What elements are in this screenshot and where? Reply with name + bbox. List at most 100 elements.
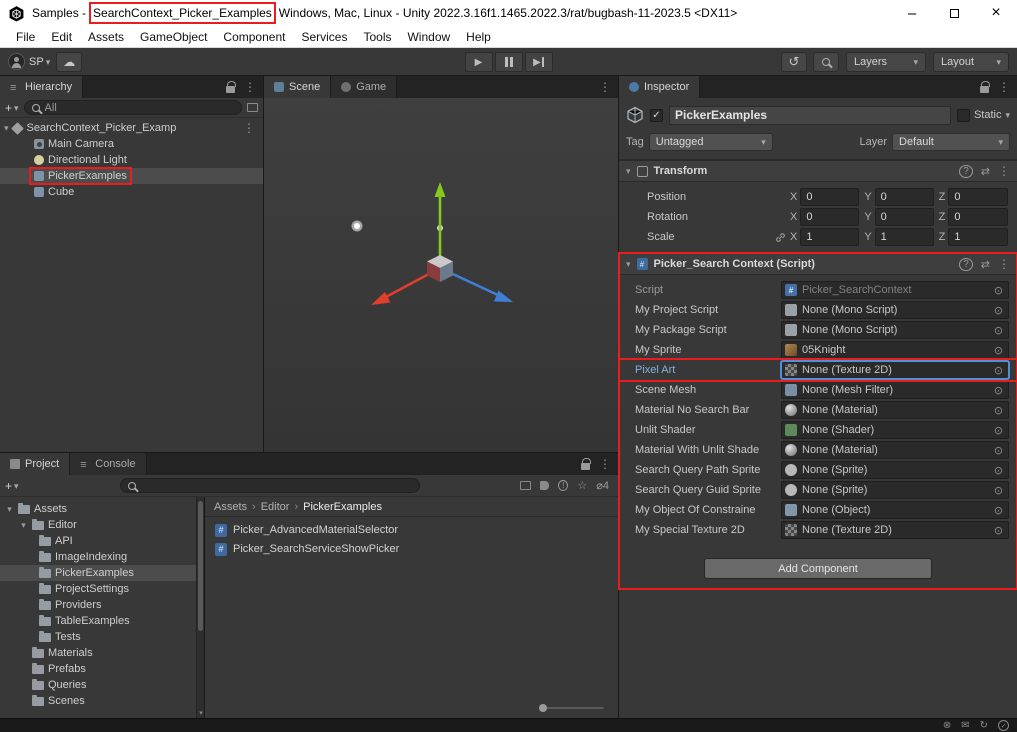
object-picker-icon[interactable] bbox=[991, 304, 1006, 317]
sprite-object-field[interactable]: None (Sprite) bbox=[781, 481, 1009, 499]
tab-scene[interactable]: Scene bbox=[264, 76, 331, 98]
tree-item-tableexamples[interactable]: TableExamples bbox=[0, 613, 204, 629]
panel-menu-icon[interactable] bbox=[244, 80, 256, 94]
panel-menu-icon[interactable] bbox=[599, 80, 611, 94]
object-picker-icon[interactable] bbox=[991, 364, 1006, 377]
tree-item-scenes[interactable]: Scenes bbox=[0, 693, 204, 709]
texture-object-field[interactable]: None (Texture 2D) bbox=[781, 521, 1009, 539]
foldout-triangle-icon[interactable] bbox=[626, 165, 631, 177]
step-button[interactable] bbox=[525, 52, 553, 72]
scale-x-field[interactable]: 1 bbox=[800, 228, 859, 246]
hidden-count-badge[interactable]: ⌀4 bbox=[596, 479, 609, 492]
add-component-button[interactable]: Add Component bbox=[704, 558, 932, 579]
menu-help[interactable]: Help bbox=[458, 26, 499, 47]
pause-button[interactable] bbox=[495, 52, 523, 72]
sprite-object-field[interactable]: None (Sprite) bbox=[781, 461, 1009, 479]
uniform-scale-link-icon[interactable] bbox=[775, 232, 790, 243]
tree-item-editor[interactable]: Editor bbox=[0, 517, 204, 533]
object-picker-icon[interactable] bbox=[991, 444, 1006, 457]
object-picker-icon[interactable] bbox=[991, 404, 1006, 417]
menu-services[interactable]: Services bbox=[293, 26, 355, 47]
tab-game[interactable]: Game bbox=[331, 76, 397, 98]
component-menu-icon[interactable] bbox=[998, 257, 1010, 271]
mesh-object-field[interactable]: None (Mesh Filter) bbox=[781, 381, 1009, 399]
tree-scrollbar[interactable] bbox=[196, 497, 204, 718]
breadcrumb-editor[interactable]: Editor bbox=[261, 501, 290, 513]
tree-item-projectsettings[interactable]: ProjectSettings bbox=[0, 581, 204, 597]
lock-icon[interactable] bbox=[581, 463, 590, 470]
scale-z-field[interactable]: 1 bbox=[948, 228, 1008, 246]
sprite-object-field[interactable]: 05Knight bbox=[781, 341, 1009, 359]
tree-item-prefabs[interactable]: Prefabs bbox=[0, 661, 204, 677]
rotation-y-field[interactable]: 0 bbox=[875, 208, 934, 226]
scroll-down-arrow-icon[interactable] bbox=[197, 709, 205, 717]
menu-edit[interactable]: Edit bbox=[43, 26, 80, 47]
layers-dropdown[interactable]: Layers bbox=[846, 52, 926, 72]
project-search-input[interactable] bbox=[120, 478, 420, 493]
foldout-triangle-icon[interactable] bbox=[626, 258, 631, 270]
maximize-button[interactable] bbox=[933, 0, 975, 26]
position-y-field[interactable]: 0 bbox=[875, 188, 934, 206]
tab-project[interactable]: Project bbox=[0, 453, 70, 475]
expand-triangle-icon[interactable] bbox=[4, 122, 9, 134]
tree-item-assets[interactable]: Assets bbox=[0, 501, 204, 517]
presets-icon[interactable] bbox=[981, 165, 990, 178]
object-picker-icon[interactable] bbox=[991, 284, 1006, 297]
material-object-field[interactable]: None (Material) bbox=[781, 441, 1009, 459]
undo-history-button[interactable] bbox=[781, 52, 807, 72]
rotation-x-field[interactable]: 0 bbox=[800, 208, 859, 226]
presets-icon[interactable] bbox=[981, 258, 990, 271]
tree-item-pickerexamples[interactable]: PickerExamples bbox=[0, 565, 204, 581]
rotation-z-field[interactable]: 0 bbox=[948, 208, 1008, 226]
object-picker-icon[interactable] bbox=[991, 484, 1006, 497]
tree-item-materials[interactable]: Materials bbox=[0, 645, 204, 661]
cache-server-icon[interactable] bbox=[961, 720, 969, 731]
breadcrumb-pickerexamples[interactable]: PickerExamples bbox=[303, 501, 382, 513]
panel-menu-icon[interactable] bbox=[998, 80, 1010, 94]
label-filter-icon[interactable] bbox=[540, 481, 549, 490]
scene-viewport[interactable] bbox=[264, 98, 618, 452]
help-icon[interactable] bbox=[959, 165, 973, 177]
menu-tools[interactable]: Tools bbox=[355, 26, 399, 47]
transform-header[interactable]: Transform bbox=[619, 160, 1017, 182]
layout-dropdown[interactable]: Layout bbox=[933, 52, 1009, 72]
position-z-field[interactable]: 0 bbox=[948, 188, 1008, 206]
tab-inspector[interactable]: Inspector bbox=[619, 76, 700, 98]
account-avatar-icon[interactable] bbox=[8, 53, 25, 70]
hierarchy-item-main-camera[interactable]: Main Camera bbox=[0, 136, 263, 152]
close-button[interactable] bbox=[975, 0, 1017, 26]
tree-item-imageindexing[interactable]: ImageIndexing bbox=[0, 549, 204, 565]
static-toggle-group[interactable]: Static bbox=[957, 109, 1010, 122]
scale-y-field[interactable]: 1 bbox=[875, 228, 934, 246]
tab-console[interactable]: Console bbox=[70, 453, 146, 475]
active-checkbox[interactable] bbox=[650, 109, 663, 122]
account-label[interactable]: SP bbox=[29, 56, 44, 68]
hierarchy-add-button[interactable] bbox=[5, 101, 19, 115]
material-object-field[interactable]: None (Material) bbox=[781, 401, 1009, 419]
scene-filter-icon[interactable] bbox=[247, 103, 258, 112]
hierarchy-item-pickerexamples[interactable]: PickerExamples bbox=[0, 168, 263, 184]
menu-assets[interactable]: Assets bbox=[80, 26, 132, 47]
tree-item-providers[interactable]: Providers bbox=[0, 597, 204, 613]
expand-triangle-icon[interactable] bbox=[5, 503, 14, 515]
object-picker-icon[interactable] bbox=[991, 524, 1006, 537]
cloud-services-button[interactable] bbox=[56, 52, 82, 72]
mono-script-object-field[interactable]: None (Mono Script) bbox=[781, 321, 1009, 339]
info-icon[interactable]: ! bbox=[558, 480, 568, 491]
tree-item-tests[interactable]: Tests bbox=[0, 629, 204, 645]
global-search-button[interactable] bbox=[813, 52, 839, 72]
menu-window[interactable]: Window bbox=[399, 26, 458, 47]
script-object-field[interactable]: Picker_SearchContext bbox=[781, 281, 1009, 299]
scrollbar-thumb[interactable] bbox=[198, 501, 203, 631]
file-row-advancedmaterialselector[interactable]: Picker_AdvancedMaterialSelector bbox=[215, 522, 608, 538]
menu-component[interactable]: Component bbox=[215, 26, 293, 47]
minimize-button[interactable] bbox=[891, 0, 933, 26]
object-picker-icon[interactable] bbox=[991, 504, 1006, 517]
shader-object-field[interactable]: None (Shader) bbox=[781, 421, 1009, 439]
hierarchy-item-cube[interactable]: Cube bbox=[0, 184, 263, 200]
position-x-field[interactable]: 0 bbox=[800, 188, 859, 206]
tag-dropdown[interactable]: Untagged bbox=[649, 133, 773, 151]
play-button[interactable] bbox=[465, 52, 493, 72]
help-icon[interactable] bbox=[959, 258, 973, 270]
breadcrumb-assets[interactable]: Assets bbox=[214, 501, 247, 513]
